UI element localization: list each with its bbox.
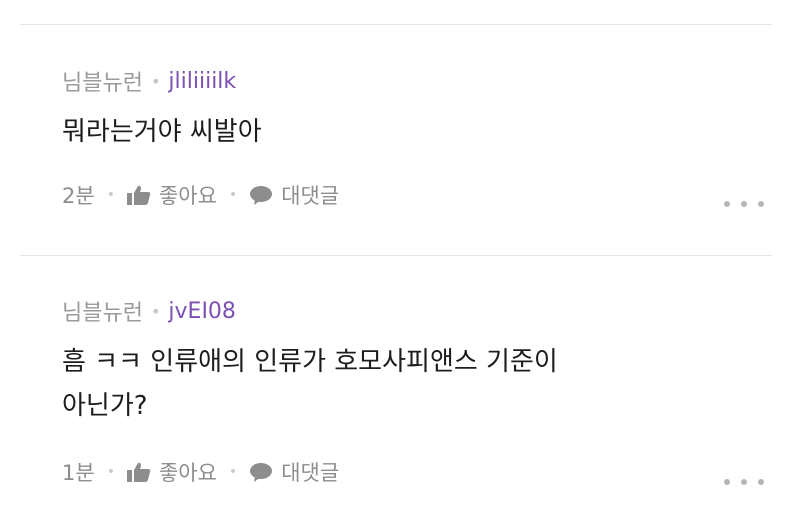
thumbs-up-icon [126, 185, 151, 205]
comment-meta: 님블뉴런 • jvEI08 [62, 296, 236, 327]
comment-list: 님블뉴런 • jliliiiilk 뭐라는거야 씨발아 2분 • 좋아요 • 대… [0, 0, 800, 523]
like-button[interactable]: 좋아요 [126, 457, 217, 487]
reply-label: 대댓글 [281, 461, 340, 485]
more-dots-icon [724, 201, 730, 207]
divider [20, 255, 772, 256]
comment-text-line: 뭐라는거야 씨발아 [62, 117, 262, 147]
more-dots-icon [724, 479, 730, 485]
like-label: 좋아요 [158, 461, 217, 485]
action-separator: • [106, 464, 115, 480]
like-button[interactable]: 좋아요 [126, 180, 217, 210]
nickname: 님블뉴런 [62, 71, 143, 96]
username-link[interactable]: jvEI08 [168, 299, 236, 324]
comment-text: 뭐라는거야 씨발아 [62, 110, 262, 154]
comment-time: 1분 [62, 461, 95, 485]
divider [20, 24, 772, 25]
reply-label: 대댓글 [281, 184, 340, 208]
comment-text-line: 흠 ㅋㅋ 인류애의 인류가 호모사피앤스 기준이 [62, 347, 558, 377]
nickname: 님블뉴런 [62, 301, 143, 326]
comment-actions: 1분 • 좋아요 • 대댓글 [62, 457, 339, 487]
comment-actions: 2분 • 좋아요 • 대댓글 [62, 180, 339, 210]
reply-button[interactable]: 대댓글 [249, 180, 339, 210]
comment-text: 흠 ㅋㅋ 인류애의 인류가 호모사피앤스 기준이 아닌가? [62, 340, 558, 428]
reply-button[interactable]: 대댓글 [249, 457, 339, 487]
meta-separator: • [150, 301, 161, 321]
action-separator: • [228, 187, 238, 203]
comment-text-line: 아닌가? [62, 391, 148, 421]
comment-time: 2분 [62, 184, 95, 208]
username-link[interactable]: jliliiiilk [168, 69, 236, 94]
meta-separator: • [150, 71, 161, 91]
speech-bubble-icon [250, 186, 273, 205]
more-options-button[interactable] [724, 194, 764, 214]
action-separator: • [106, 187, 115, 203]
speech-bubble-icon [250, 463, 273, 482]
action-separator: • [228, 464, 238, 480]
thumbs-up-icon [126, 462, 151, 482]
comment-meta: 님블뉴런 • jliliiiilk [62, 66, 236, 97]
more-options-button[interactable] [724, 472, 764, 492]
like-label: 좋아요 [158, 184, 217, 208]
